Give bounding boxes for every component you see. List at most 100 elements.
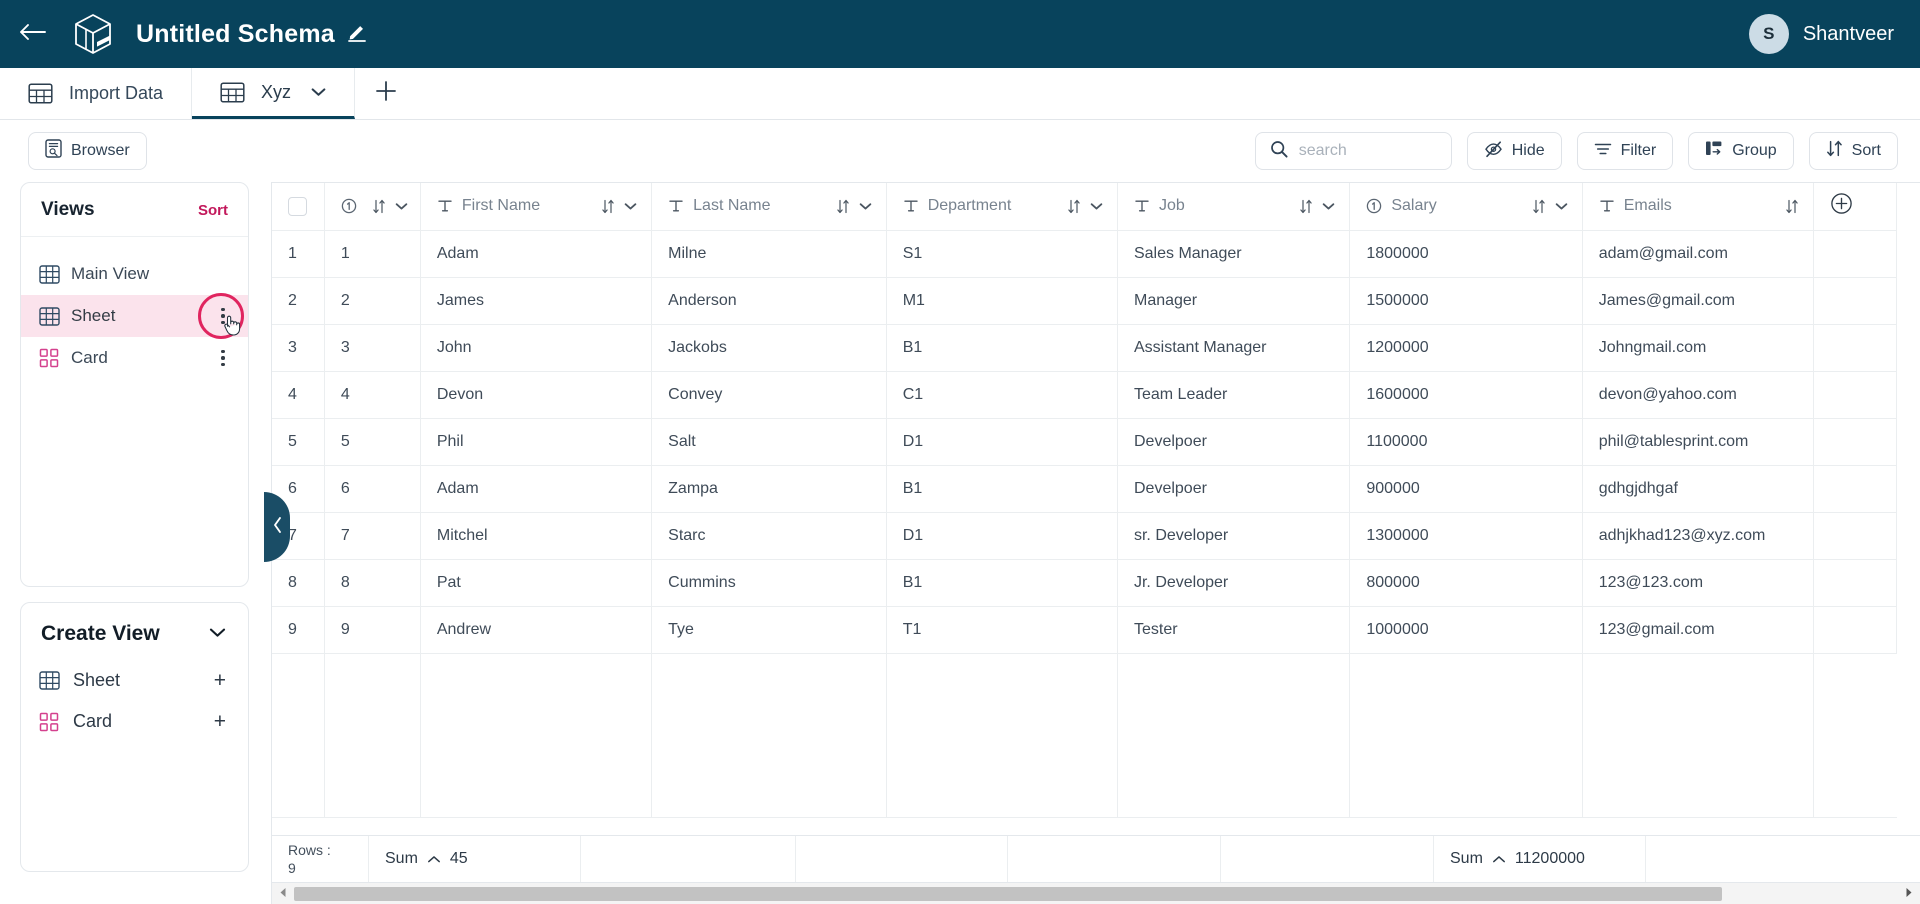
cell-job[interactable]: Develpoer bbox=[1117, 465, 1349, 512]
cell-first-name[interactable]: Adam bbox=[420, 230, 651, 277]
cell-first-name[interactable]: Pat bbox=[420, 559, 651, 606]
cell-department[interactable]: C1 bbox=[886, 371, 1117, 418]
chevron-down-icon[interactable] bbox=[1322, 202, 1335, 211]
cell-job[interactable]: Manager bbox=[1117, 277, 1349, 324]
cell-salary[interactable]: 900000 bbox=[1350, 465, 1582, 512]
table-row[interactable]: 2 2 James Anderson M1 Manager 1500000 Ja… bbox=[272, 277, 1897, 324]
group-button[interactable]: Group bbox=[1688, 132, 1793, 170]
cell-last-name[interactable]: Convey bbox=[652, 371, 887, 418]
cell-department[interactable]: M1 bbox=[886, 277, 1117, 324]
cell-last-name[interactable]: Salt bbox=[652, 418, 887, 465]
sort-arrows-icon[interactable] bbox=[372, 199, 386, 214]
summary-last-name[interactable] bbox=[796, 836, 1008, 882]
sort-arrows-icon[interactable] bbox=[1067, 199, 1081, 214]
cell-first-name[interactable]: Adam bbox=[420, 465, 651, 512]
cell-emails[interactable]: 123@123.com bbox=[1582, 559, 1813, 606]
cell-sl-no[interactable]: 4 bbox=[324, 371, 420, 418]
cell-department[interactable]: B1 bbox=[886, 465, 1117, 512]
cell-salary[interactable]: 1000000 bbox=[1350, 606, 1582, 653]
chevron-down-icon[interactable] bbox=[1555, 202, 1568, 211]
cell-job[interactable]: sr. Developer bbox=[1117, 512, 1349, 559]
add-tab-button[interactable] bbox=[355, 68, 417, 119]
create-view-sheet[interactable]: Sheet + bbox=[21, 660, 248, 701]
search-box[interactable] bbox=[1255, 132, 1452, 170]
table-row[interactable]: 6 6 Adam Zampa B1 Develpoer 900000 gdhgj… bbox=[272, 465, 1897, 512]
back-button[interactable] bbox=[16, 17, 50, 51]
cell-last-name[interactable]: Jackobs bbox=[652, 324, 887, 371]
cell-sl-no[interactable]: 7 bbox=[324, 512, 420, 559]
cell-salary[interactable]: 1100000 bbox=[1350, 418, 1582, 465]
cell-salary[interactable]: 1500000 bbox=[1350, 277, 1582, 324]
cell-first-name[interactable]: John bbox=[420, 324, 651, 371]
cell-salary[interactable]: 1300000 bbox=[1350, 512, 1582, 559]
checkbox-icon[interactable] bbox=[288, 197, 307, 216]
sort-button[interactable]: Sort bbox=[1809, 132, 1898, 170]
tab-import-data[interactable]: Import Data bbox=[0, 68, 192, 119]
scrollbar-track[interactable] bbox=[294, 887, 1898, 901]
cell-job[interactable]: Develpoer bbox=[1117, 418, 1349, 465]
filter-button[interactable]: Filter bbox=[1577, 132, 1674, 170]
summary-emails[interactable] bbox=[1646, 836, 1920, 882]
cell-sl-no[interactable]: 6 bbox=[324, 465, 420, 512]
create-view-card[interactable]: Card + bbox=[21, 701, 248, 742]
cell-first-name[interactable]: Mitchel bbox=[420, 512, 651, 559]
user-menu[interactable]: S Shantveer bbox=[1749, 14, 1894, 54]
cell-department[interactable]: D1 bbox=[886, 418, 1117, 465]
cell-last-name[interactable]: Starc bbox=[652, 512, 887, 559]
chevron-down-icon[interactable] bbox=[395, 202, 408, 211]
cell-last-name[interactable]: Cummins bbox=[652, 559, 887, 606]
cell-sl-no[interactable]: 2 bbox=[324, 277, 420, 324]
cell-emails[interactable]: adam@gmail.com bbox=[1582, 230, 1813, 277]
cell-department[interactable]: B1 bbox=[886, 324, 1117, 371]
table-row[interactable]: 8 8 Pat Cummins B1 Jr. Developer 800000 … bbox=[272, 559, 1897, 606]
cell-emails[interactable]: adhjkhad123@xyz.com bbox=[1582, 512, 1813, 559]
sort-arrows-icon[interactable] bbox=[836, 199, 850, 214]
cell-sl-no[interactable]: 3 bbox=[324, 324, 420, 371]
column-header-job[interactable]: Job bbox=[1117, 183, 1349, 230]
cell-salary[interactable]: 1800000 bbox=[1350, 230, 1582, 277]
summary-job[interactable] bbox=[1221, 836, 1434, 882]
edit-title-button[interactable] bbox=[347, 22, 367, 47]
scrollbar-thumb[interactable] bbox=[294, 887, 1722, 901]
create-view-header[interactable]: Create View bbox=[21, 603, 248, 660]
table-row[interactable]: 4 4 Devon Convey C1 Team Leader 1600000 … bbox=[272, 371, 1897, 418]
sort-arrows-icon[interactable] bbox=[1299, 199, 1313, 214]
cell-emails[interactable]: James@gmail.com bbox=[1582, 277, 1813, 324]
cell-job[interactable]: Assistant Manager bbox=[1117, 324, 1349, 371]
cell-job[interactable]: Tester bbox=[1117, 606, 1349, 653]
cell-first-name[interactable]: Devon bbox=[420, 371, 651, 418]
column-header-first-name[interactable]: First Name bbox=[420, 183, 651, 230]
add-column-cell[interactable] bbox=[1814, 183, 1897, 230]
sort-arrows-icon[interactable] bbox=[1532, 199, 1546, 214]
cell-department[interactable]: S1 bbox=[886, 230, 1117, 277]
sidebar-item-card[interactable]: Card bbox=[21, 337, 248, 379]
search-input[interactable] bbox=[1299, 142, 1437, 160]
browser-button[interactable]: Browser bbox=[28, 132, 147, 170]
kebab-menu-icon[interactable] bbox=[214, 308, 232, 325]
cell-salary[interactable]: 1200000 bbox=[1350, 324, 1582, 371]
cell-first-name[interactable]: Andrew bbox=[420, 606, 651, 653]
cell-emails[interactable]: 123@gmail.com bbox=[1582, 606, 1813, 653]
views-sort-link[interactable]: Sort bbox=[198, 202, 228, 219]
cell-emails[interactable]: devon@yahoo.com bbox=[1582, 371, 1813, 418]
cell-emails[interactable]: Johngmail.com bbox=[1582, 324, 1813, 371]
column-header-salary[interactable]: Salary bbox=[1350, 183, 1582, 230]
cell-job[interactable]: Jr. Developer bbox=[1117, 559, 1349, 606]
cell-department[interactable]: T1 bbox=[886, 606, 1117, 653]
summary-sl-no[interactable]: Sum 45 bbox=[369, 836, 581, 882]
hide-button[interactable]: Hide bbox=[1467, 132, 1562, 170]
chevron-down-icon[interactable] bbox=[1090, 202, 1103, 211]
column-header-sl-no[interactable]: Sl No bbox=[324, 183, 420, 230]
plus-circle-icon[interactable] bbox=[1830, 192, 1853, 215]
summary-first-name[interactable] bbox=[581, 836, 796, 882]
horizontal-scrollbar[interactable] bbox=[272, 882, 1920, 904]
cell-job[interactable]: Sales Manager bbox=[1117, 230, 1349, 277]
cell-sl-no[interactable]: 5 bbox=[324, 418, 420, 465]
scroll-left-button[interactable] bbox=[272, 885, 294, 903]
table-row[interactable]: 5 5 Phil Salt D1 Develpoer 1100000 phil@… bbox=[272, 418, 1897, 465]
cell-first-name[interactable]: James bbox=[420, 277, 651, 324]
summary-salary[interactable]: Sum 11200000 bbox=[1434, 836, 1646, 882]
cell-last-name[interactable]: Anderson bbox=[652, 277, 887, 324]
cell-first-name[interactable]: Phil bbox=[420, 418, 651, 465]
select-all-cell[interactable] bbox=[272, 183, 324, 230]
